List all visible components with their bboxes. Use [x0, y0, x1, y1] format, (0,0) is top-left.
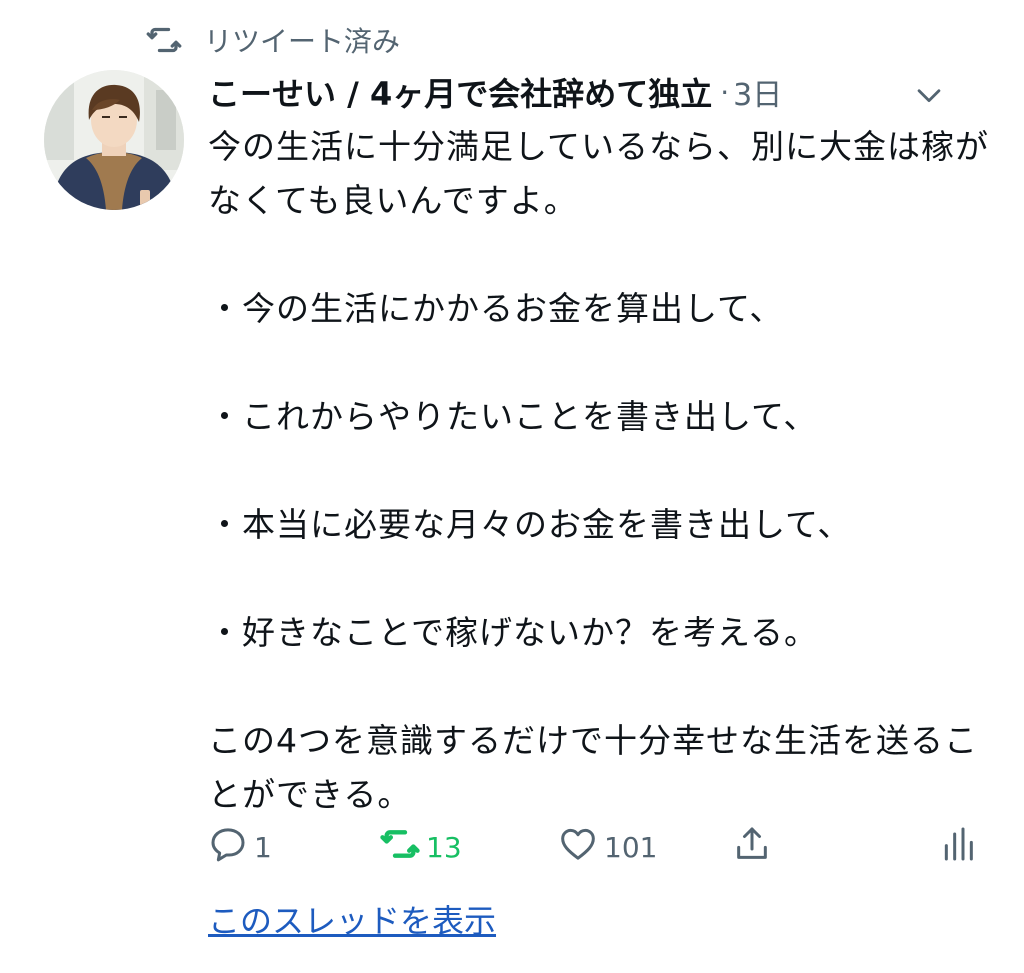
share-button[interactable]: [732, 822, 772, 872]
reply-count: 1: [254, 830, 272, 864]
reply-icon: [208, 824, 248, 871]
retweeted-banner: リツイート済み: [146, 20, 400, 60]
avatar[interactable]: [44, 70, 184, 210]
retweet-icon: [146, 22, 182, 58]
retweet-active-icon: [380, 824, 420, 871]
share-icon: [732, 824, 772, 871]
tweet-header: こーせい / 4ヶ月で会社辞めて独立 · 3日: [208, 66, 984, 118]
retweet-count: 13: [426, 830, 462, 864]
heart-icon: [558, 824, 598, 871]
like-count: 101: [604, 830, 658, 864]
show-thread-link[interactable]: このスレッドを表示: [208, 896, 496, 942]
analytics-button[interactable]: [938, 822, 978, 872]
analytics-icon: [938, 824, 978, 871]
tweet-timestamp[interactable]: 3日: [733, 70, 782, 114]
author-name[interactable]: こーせい / 4ヶ月で会社辞めて独立: [208, 69, 712, 115]
separator-dot: ·: [720, 75, 730, 109]
tweet-actions: 1 13 101: [208, 822, 988, 872]
chevron-down-icon[interactable]: [912, 78, 946, 112]
retweet-button[interactable]: 13: [380, 822, 462, 872]
like-button[interactable]: 101: [558, 822, 657, 872]
reply-button[interactable]: 1: [208, 822, 272, 872]
retweeted-label: リツイート済み: [204, 25, 401, 58]
tweet-body: 今の生活に十分満足しているなら、別に大金は稼がなくても良いんですよ。 ・今の生活…: [208, 127, 990, 814]
